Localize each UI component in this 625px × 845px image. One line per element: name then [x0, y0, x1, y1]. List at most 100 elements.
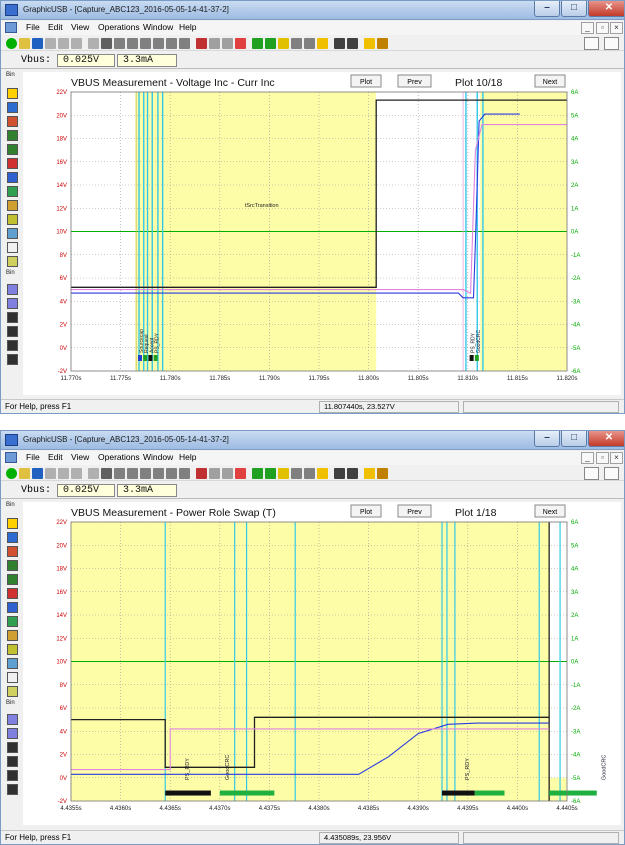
toolbar-tool-icon[interactable] [179, 38, 190, 49]
toolbar-tool-icon[interactable] [252, 468, 263, 479]
toolbar-tool-icon[interactable] [347, 38, 358, 49]
side-tool-icon[interactable] [7, 672, 18, 683]
toolbar-tool-icon[interactable] [291, 468, 302, 479]
toolbar-tool-icon[interactable] [235, 38, 246, 49]
toolbar-tool-icon[interactable] [19, 38, 30, 49]
menu-help[interactable]: Help [179, 22, 196, 32]
side-tool-icon[interactable] [7, 532, 18, 543]
side-tool-icon[interactable] [7, 588, 18, 599]
mdi-restore-button[interactable]: ▫ [596, 452, 609, 464]
toolbar-tool-icon[interactable] [347, 468, 358, 479]
toolbar-tool-icon[interactable] [304, 38, 315, 49]
side-tool-icon[interactable] [7, 158, 18, 169]
side-tool-icon[interactable] [7, 284, 18, 295]
mdi-close-button[interactable]: × [610, 22, 623, 34]
side-tool-icon[interactable] [7, 518, 18, 529]
close-button[interactable]: ✕ [588, 1, 624, 17]
panel-view-icon[interactable] [604, 467, 619, 480]
side-tool-icon[interactable] [7, 546, 18, 557]
toolbar-tool-icon[interactable] [166, 468, 177, 479]
side-tool-icon[interactable] [7, 144, 18, 155]
side-tool-icon[interactable] [7, 326, 18, 337]
toolbar-tool-icon[interactable] [209, 38, 220, 49]
toolbar-tool-icon[interactable] [265, 38, 276, 49]
toolbar-tool-icon[interactable] [114, 468, 125, 479]
toolbar-tool-icon[interactable] [58, 38, 69, 49]
side-tool-icon[interactable] [7, 102, 18, 113]
prev-button[interactable]: Prev [397, 74, 432, 88]
toolbar-tool-icon[interactable] [252, 38, 263, 49]
mdi-restore-button[interactable]: ▫ [596, 22, 609, 34]
toolbar-tool-icon[interactable] [88, 38, 99, 49]
toolbar-tool-icon[interactable] [179, 468, 190, 479]
plot-button[interactable]: Plot [350, 504, 382, 518]
minimize-button[interactable]: – [534, 431, 560, 447]
next-button[interactable]: Next [534, 504, 566, 518]
mdi-close-button[interactable]: × [610, 452, 623, 464]
side-tool-icon[interactable] [7, 686, 18, 697]
menu-operations[interactable]: Operations [98, 452, 140, 462]
toolbar-tool-icon[interactable] [166, 38, 177, 49]
toolbar-tool-icon[interactable] [71, 468, 82, 479]
panel-view-icon[interactable] [604, 37, 619, 50]
toolbar-tool-icon[interactable] [304, 468, 315, 479]
side-tool-icon[interactable] [7, 116, 18, 127]
toolbar-tool-icon[interactable] [114, 38, 125, 49]
side-tool-icon[interactable] [7, 602, 18, 613]
toolbar-tool-icon[interactable] [278, 38, 289, 49]
toolbar-tool-icon[interactable] [265, 468, 276, 479]
side-tool-icon[interactable] [7, 312, 18, 323]
side-tool-icon[interactable] [7, 770, 18, 781]
side-tool-icon[interactable] [7, 242, 18, 253]
toolbar-tool-icon[interactable] [334, 38, 345, 49]
side-tool-icon[interactable] [7, 560, 18, 571]
side-tool-icon[interactable] [7, 616, 18, 627]
side-tool-icon[interactable] [7, 214, 18, 225]
side-tool-icon[interactable] [7, 186, 18, 197]
toolbar-tool-icon[interactable] [127, 38, 138, 49]
toolbar-tool-icon[interactable] [140, 38, 151, 49]
toolbar-tool-icon[interactable] [317, 38, 328, 49]
close-button[interactable]: ✕ [588, 431, 624, 447]
side-tool-icon[interactable] [7, 644, 18, 655]
side-tool-icon[interactable] [7, 172, 18, 183]
toolbar-tool-icon[interactable] [58, 468, 69, 479]
toolbar-tool-icon[interactable] [235, 468, 246, 479]
toolbar-tool-icon[interactable] [209, 468, 220, 479]
toolbar-tool-icon[interactable] [317, 468, 328, 479]
toolbar-tool-icon[interactable] [196, 468, 207, 479]
side-tool-icon[interactable] [7, 630, 18, 641]
minimize-button[interactable]: – [534, 1, 560, 17]
toolbar-tool-icon[interactable] [6, 38, 17, 49]
toolbar-tool-icon[interactable] [153, 468, 164, 479]
toolbar-tool-icon[interactable] [32, 468, 43, 479]
maximize-button[interactable]: □ [561, 1, 587, 17]
side-tool-icon[interactable] [7, 200, 18, 211]
menu-help[interactable]: Help [179, 452, 196, 462]
menu-file[interactable]: File [26, 22, 40, 32]
side-tool-icon[interactable] [7, 256, 18, 267]
toolbar-tool-icon[interactable] [278, 468, 289, 479]
side-tool-icon[interactable] [7, 298, 18, 309]
toolbar-tool-icon[interactable] [364, 38, 375, 49]
toolbar-tool-icon[interactable] [6, 468, 17, 479]
toolbar-tool-icon[interactable] [364, 468, 375, 479]
mdi-minimize-button[interactable]: _ [581, 22, 594, 34]
menu-edit[interactable]: Edit [48, 22, 63, 32]
side-tool-icon[interactable] [7, 714, 18, 725]
toolbar-tool-icon[interactable] [334, 468, 345, 479]
plot-button[interactable]: Plot [350, 74, 382, 88]
side-tool-icon[interactable] [7, 742, 18, 753]
toolbar-tool-icon[interactable] [377, 38, 388, 49]
toolbar-tool-icon[interactable] [222, 468, 233, 479]
side-tool-icon[interactable] [7, 88, 18, 99]
toolbar-tool-icon[interactable] [19, 468, 30, 479]
maximize-button[interactable]: □ [561, 431, 587, 447]
menu-view[interactable]: View [71, 452, 89, 462]
side-tool-icon[interactable] [7, 354, 18, 365]
toolbar-tool-icon[interactable] [88, 468, 99, 479]
menu-file[interactable]: File [26, 452, 40, 462]
toolbar-tool-icon[interactable] [222, 38, 233, 49]
toolbar-tool-icon[interactable] [45, 468, 56, 479]
toolbar-tool-icon[interactable] [196, 38, 207, 49]
